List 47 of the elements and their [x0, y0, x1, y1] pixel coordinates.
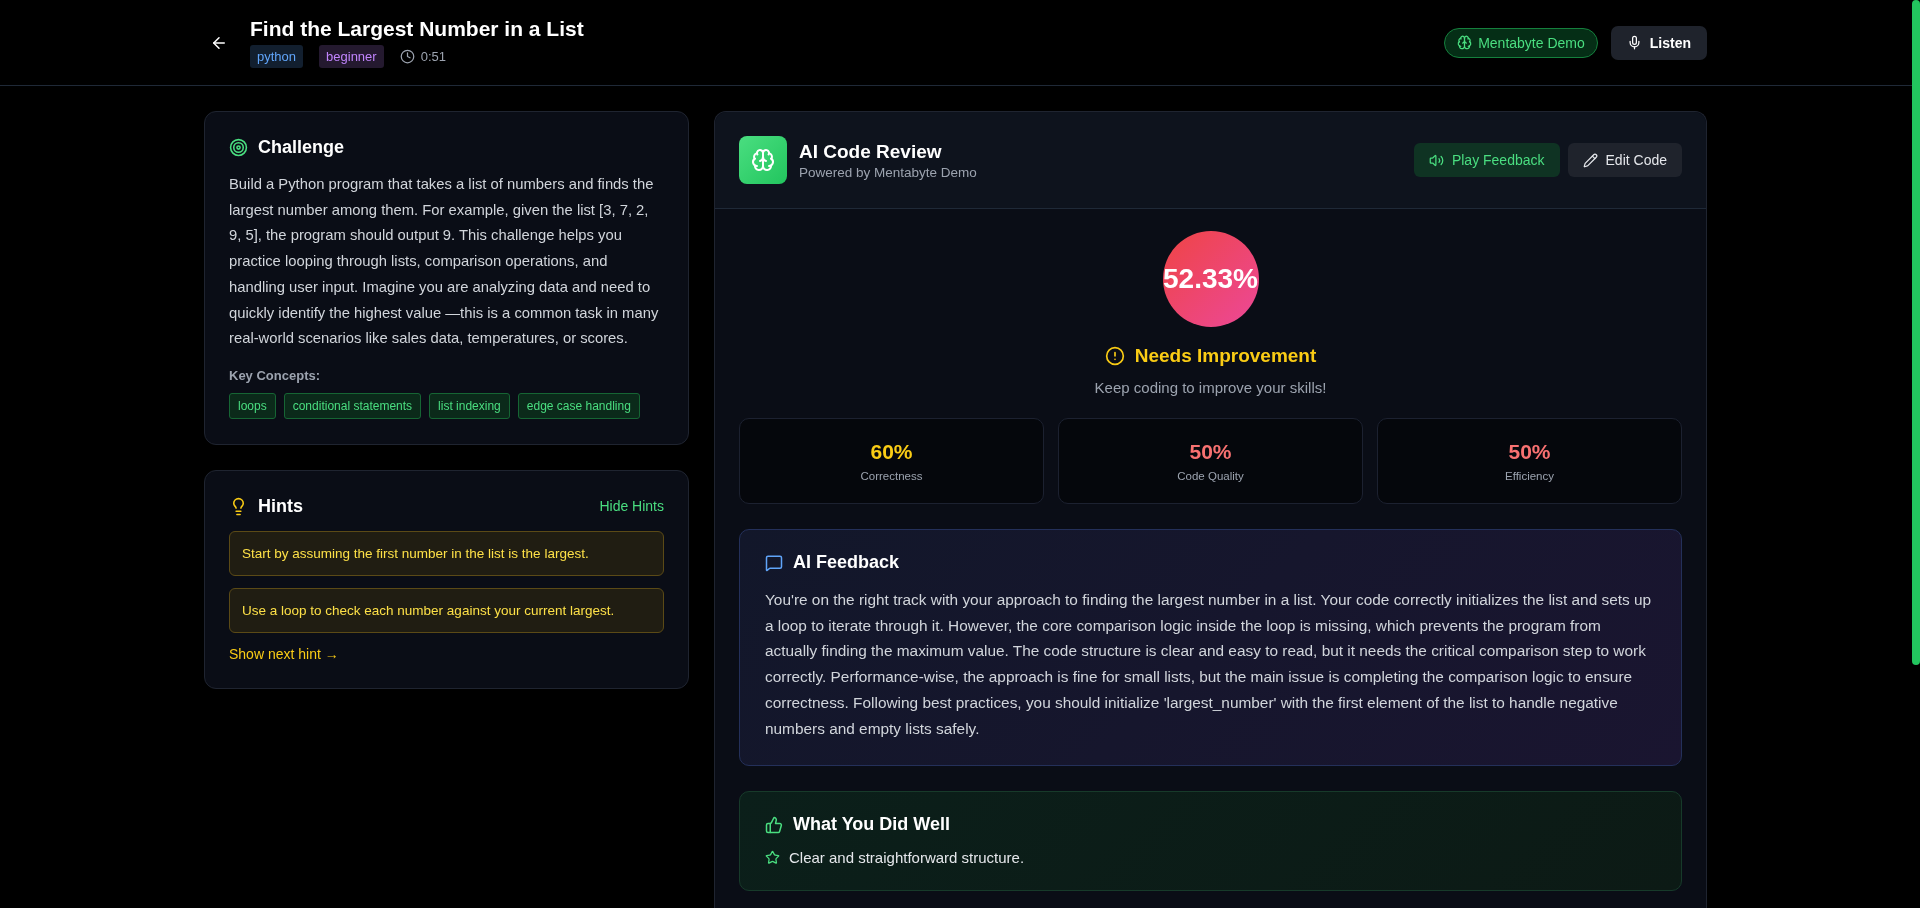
review-title: AI Code Review: [799, 140, 943, 163]
next-hint-link[interactable]: Show next hint →: [229, 645, 339, 662]
metric-value: 50%: [1189, 440, 1232, 464]
tag: beginner: [319, 45, 384, 68]
card-title: What You Did Well: [793, 814, 950, 836]
concept-tag: list indexing: [429, 392, 510, 419]
card-title: Hints: [258, 495, 303, 517]
verdict-note: Keep coding to improve your skills!: [1093, 379, 1328, 396]
review-subtitle: Powered by Mentabyte Demo: [799, 164, 977, 180]
thumbs-up-icon: [765, 815, 783, 834]
metric-value: 50%: [1508, 440, 1551, 464]
microphone-icon: [1626, 35, 1642, 50]
metric-label: Correctness: [860, 470, 923, 482]
brand-badge: Mentabyte Demo: [1444, 27, 1598, 58]
concepts-label: Key Concepts:: [229, 367, 322, 383]
target-icon: [229, 138, 248, 157]
metric-label: Code Quality: [1177, 470, 1244, 482]
hint: Use a loop to check each number against your current largest.: [229, 587, 664, 633]
listen-button[interactable]: Listen: [1610, 25, 1707, 60]
hide-hints-button[interactable]: Hide Hints: [599, 498, 664, 515]
tag: python: [250, 45, 304, 68]
page-title: Find the Largest Number in a List: [250, 17, 584, 41]
feedback-text: You're on the right track with your approach to finding the largest number in a list. Your code correctly initializes the list and sets up a loop to iterate through it. However, the core comparison logic inside the loop is missing, which prevents the program from actually finding the maximum value. The code structure is clear and easy to read, but it needs the critical comparison step to work correctly. Performance-wise, the approach is fine for small lists, but the main issue is completing the comparison logic to ensure correctness. Following best practices, you should initialize 'largest_number' with the first element of the list to handle negative numbers and empty lists safely.: [765, 590, 1653, 739]
edit-code-button[interactable]: Edit Code: [1567, 143, 1682, 177]
concept-tag: conditional statements: [283, 392, 422, 419]
star-icon: [765, 850, 780, 866]
score-value: 52.33%: [1163, 263, 1258, 295]
challenge-description: Build a Python program that takes a list of numbers and finds the largest number among them. For example, given the list [3, 7, 2, 9, 5], the program should output 9. This challenge helps you practice looping through lists, comparison operations, and handling user input. Imagine you are analyzing data and need to quickly identify the highest value —this is a common task in many real-world scenarios like sales data, temperatures, or scores.: [229, 175, 660, 349]
brain-icon: [1457, 35, 1473, 50]
timer: 0:51: [420, 49, 446, 64]
metric-value: 60%: [870, 440, 913, 464]
brain-logo-icon: [739, 136, 787, 184]
speaker-icon: [1428, 152, 1444, 168]
concept-tag: loops: [229, 392, 276, 419]
alert-icon: [1104, 346, 1125, 366]
scrollbar-thumb[interactable]: [1912, 0, 1920, 665]
metric-label: Efficiency: [1505, 470, 1554, 482]
verdict: Needs Improvement: [1134, 345, 1317, 367]
concept-tag: edge case handling: [517, 392, 640, 419]
clock-icon: [399, 49, 415, 64]
play-feedback-button[interactable]: Play Feedback: [1413, 143, 1560, 177]
pencil-icon: [1582, 152, 1598, 168]
card-title: AI Feedback: [793, 552, 900, 573]
chat-icon: [765, 553, 783, 572]
strength-item: Clear and straightforward structure.: [789, 849, 1025, 867]
card-title: Challenge: [258, 137, 345, 158]
hint: Start by assuming the first number in the list is the largest.: [229, 530, 664, 576]
